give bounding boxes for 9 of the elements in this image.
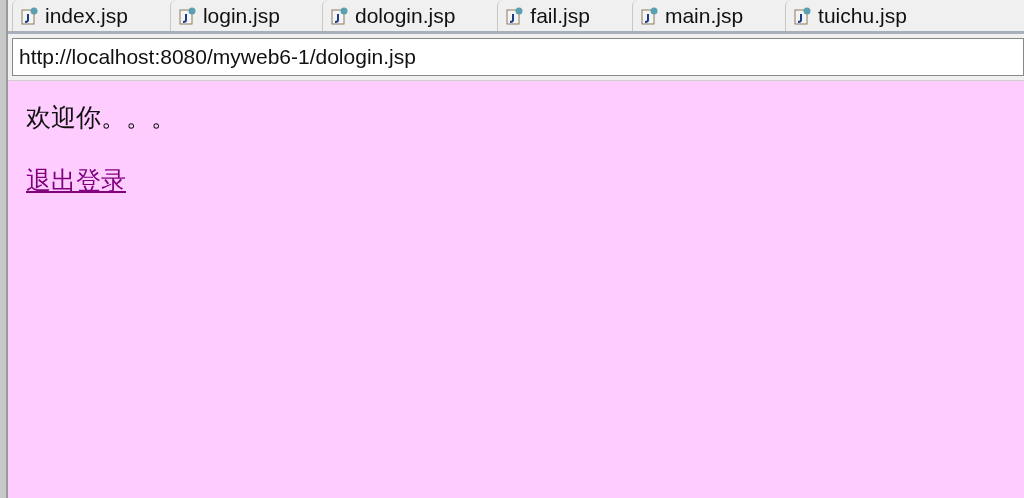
- jsp-file-icon: [178, 6, 197, 25]
- jsp-file-icon: [330, 6, 349, 25]
- address-field[interactable]: http://localhost:8080/myweb6-1/dologin.jsp: [12, 38, 1024, 76]
- jsp-file-icon: [21, 6, 39, 25]
- logout-link[interactable]: 退出登录: [26, 166, 126, 195]
- jsp-file-icon: [640, 6, 659, 25]
- welcome-text: 欢迎你。。。: [26, 102, 177, 134]
- jsp-file-icon: [794, 6, 813, 25]
- jsp-file-icon: [506, 6, 525, 25]
